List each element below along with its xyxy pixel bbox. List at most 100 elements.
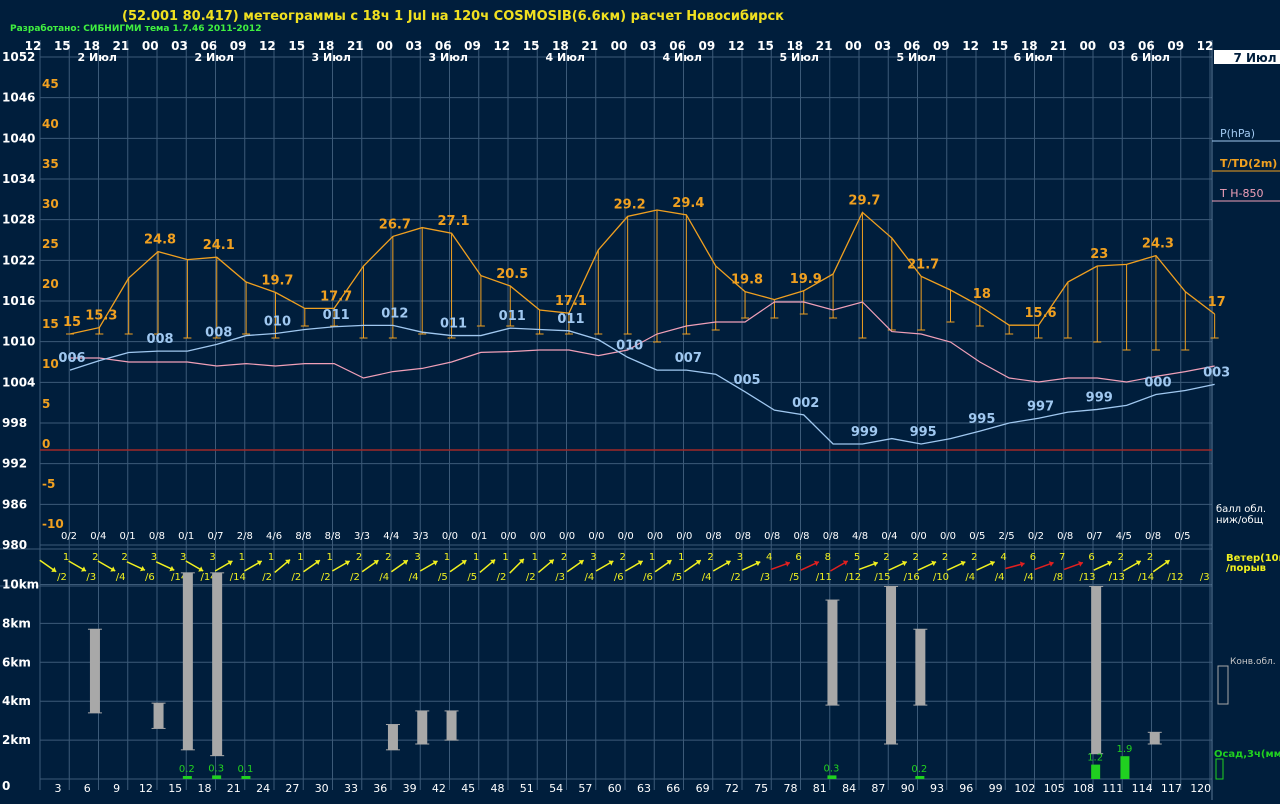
wind-speed-label: 2 [942, 552, 948, 563]
temp-data-label: 15.6 [1025, 306, 1057, 321]
cloud-fraction-label: 0/8 [1057, 531, 1073, 542]
precip-legend-icon [1215, 758, 1224, 780]
temp-data-label: 24.1 [203, 238, 235, 253]
cloud-fraction-label: 8/8 [325, 531, 341, 542]
wind-speed-label: 1 [444, 552, 450, 563]
time-label: 15 [992, 39, 1009, 53]
temp-tick-label: 0 [42, 437, 50, 451]
pressure-data-label: 002 [792, 396, 819, 411]
wind-gust-label: /6 [643, 572, 653, 583]
temp-tick-label: 35 [42, 157, 59, 171]
cloud-fraction-label: 0/8 [793, 531, 809, 542]
cloud-fraction-label: 0/0 [618, 531, 634, 542]
precip-label: 0.3 [823, 763, 839, 774]
cloud-fraction-label: 0/4 [90, 531, 106, 542]
temp-data-label: 24.3 [1142, 237, 1174, 252]
wind-gust-label: /3 [760, 572, 770, 583]
wind-gust-label: /6 [614, 572, 624, 583]
hour-label: 27 [285, 782, 299, 795]
cloud-fraction-label: 0/8 [149, 531, 165, 542]
wind-gust-label: /3 [1200, 572, 1210, 583]
cloud-fraction-label: 0/5 [969, 531, 985, 542]
temp-tick-label: -5 [42, 477, 55, 491]
wind-speed-label: 3 [737, 552, 743, 563]
pressure-tick-label: 1034 [2, 172, 35, 186]
legend-temp: T/TD(2m) [1220, 157, 1277, 170]
hour-label: 66 [666, 782, 680, 795]
hour-label: 69 [696, 782, 710, 795]
pressure-data-label: 011 [323, 308, 350, 323]
hour-label: 36 [373, 782, 387, 795]
pressure-data-label: 012 [381, 306, 408, 321]
wind-speed-label: 2 [620, 552, 626, 563]
wind-gust-label: /2 [497, 572, 507, 583]
cloud-fraction-label: 0/1 [178, 531, 194, 542]
pressure-data-label: 999 [851, 425, 878, 440]
temp-tick-label: 25 [42, 237, 59, 251]
wind-speed-label: 6 [1088, 552, 1094, 563]
wind-gust-label: /2 [262, 572, 272, 583]
pressure-data-label: 007 [675, 351, 702, 366]
wind-speed-label: 2 [707, 552, 713, 563]
temp-tick-label: -10 [42, 517, 64, 531]
credit-text: Разработано: СИБНИГМИ тема 1.7.46 2011-2… [10, 23, 261, 34]
hour-label: 75 [754, 782, 768, 795]
pressure-tick-label: 1028 [2, 213, 35, 227]
precip-label: 0.1 [237, 764, 253, 775]
hour-label: 48 [491, 782, 505, 795]
wind-gust-label: /4 [702, 572, 712, 583]
wind-speed-label: 1 [63, 552, 69, 563]
time-label: 00 [142, 39, 159, 53]
cloud-fraction-label: 0/7 [207, 531, 223, 542]
cloud-fraction-label: 0/0 [442, 531, 458, 542]
chart-title: (52.001 80.417) метеограммы с 18ч 1 Jul … [122, 9, 784, 24]
wind-speed-label: 1 [532, 552, 538, 563]
wind-speed-label: 7 [1059, 552, 1065, 563]
cloud-fraction-label: 4/4 [383, 531, 399, 542]
time-label: 03 [640, 39, 657, 53]
wind-gust-label: /2 [731, 572, 741, 583]
wind-speed-label: 2 [356, 552, 362, 563]
cloud-fraction-label: 0/4 [881, 531, 897, 542]
hour-label: 84 [842, 782, 856, 795]
wind-speed-label: 1 [239, 552, 245, 563]
wind-speed-label: 3 [209, 552, 215, 563]
time-label: 15 [288, 39, 305, 53]
convective-cloud-bar [387, 724, 398, 750]
temp-data-label: 23 [1090, 247, 1108, 262]
precip-bar [1120, 756, 1130, 779]
convective-cloud-bar [446, 710, 457, 741]
cloud-fraction-label: 0/1 [471, 531, 487, 542]
hour-label: 60 [608, 782, 622, 795]
temp-tick-label: 20 [42, 277, 59, 291]
day-label: 3 Июл [312, 51, 351, 64]
pressure-data-label: 011 [557, 312, 584, 327]
temp-data-label: 17.7 [320, 289, 352, 304]
time-label: 15 [54, 39, 71, 53]
wind-gust-label: /3 [555, 572, 565, 583]
time-label: 12 [259, 39, 276, 53]
temp-data-label: 19.8 [731, 273, 763, 288]
wind-speed-label: 2 [121, 552, 127, 563]
convective-cloud-bar [915, 629, 926, 706]
wind-speed-label: 4 [1000, 552, 1006, 563]
cloud-fraction-label: 0/0 [940, 531, 956, 542]
hour-label: 102 [1014, 782, 1035, 795]
day-label: 4 Июл [663, 51, 702, 64]
pressure-tick-label: 986 [2, 497, 27, 511]
temp-data-label: 29.4 [672, 196, 704, 211]
hour-label: 6 [84, 782, 91, 795]
wind-gust-label: /2 [321, 572, 331, 583]
hour-label: 57 [578, 782, 592, 795]
conv-cloud-legend-icon [1217, 665, 1229, 705]
precip-bar [1091, 764, 1101, 779]
wind-gust-label: /5 [467, 572, 477, 583]
convective-cloud-bar [89, 629, 100, 713]
wind-speed-label: 2 [385, 552, 391, 563]
temp-tick-label: 30 [42, 197, 59, 211]
temp-data-label: 15.3 [85, 309, 117, 324]
hour-label: 87 [871, 782, 885, 795]
hour-label: 33 [344, 782, 358, 795]
hour-label: 81 [813, 782, 827, 795]
pressure-data-label: 010 [616, 338, 643, 353]
